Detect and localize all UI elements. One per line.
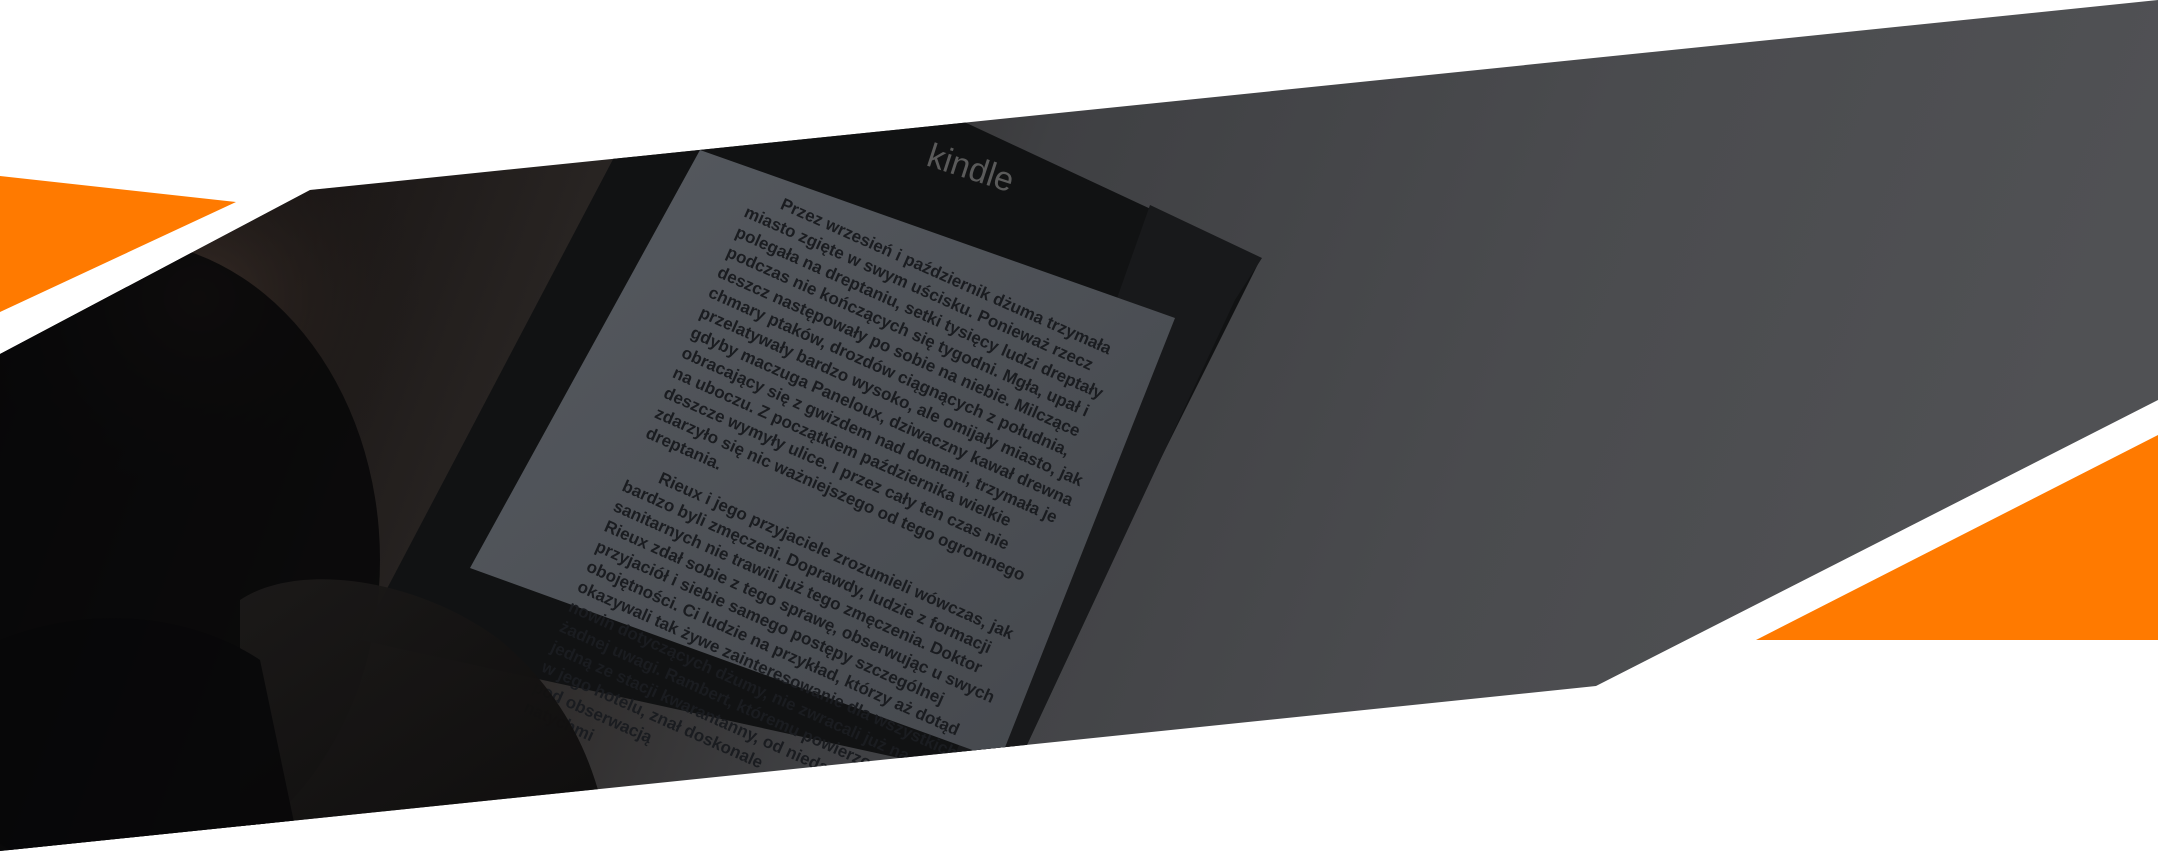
- banner-canvas: kindle Przez wrzesień i październik dżum…: [0, 0, 2158, 851]
- photo-banner: kindle Przez wrzesień i październik dżum…: [0, 0, 2158, 851]
- banner-graphic: kindle Przez wrzesień i październik dżum…: [0, 0, 2158, 851]
